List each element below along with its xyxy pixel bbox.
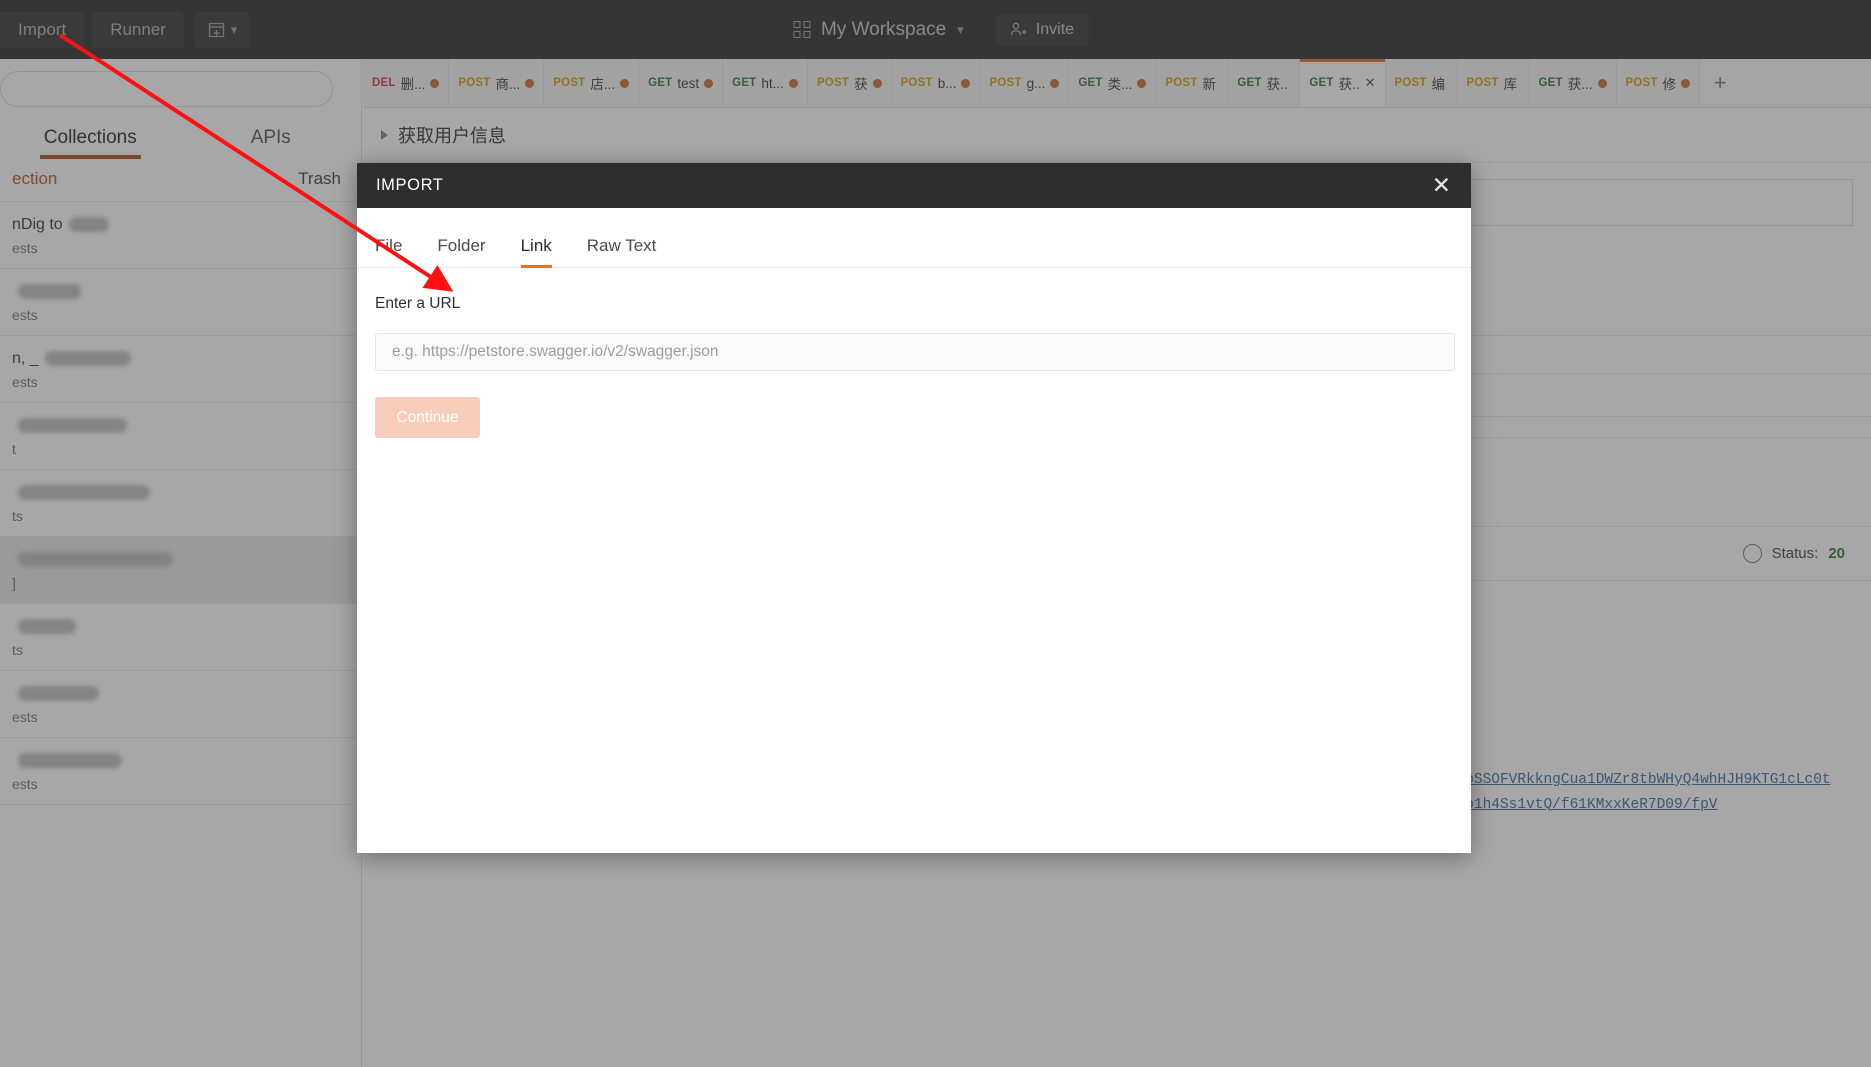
tab-folder[interactable]: Folder	[437, 236, 485, 267]
modal-body: Enter a URL Continue	[357, 268, 1471, 438]
tab-link[interactable]: Link	[520, 236, 552, 268]
app-root: Import Runner ▾ My Workspace ▾ Invite Co…	[0, 0, 1871, 1067]
continue-button[interactable]: Continue	[375, 397, 480, 438]
tab-folder-label: Folder	[437, 236, 486, 255]
import-url-input[interactable]	[375, 333, 1455, 371]
tab-link-label: Link	[520, 236, 552, 255]
modal-title: IMPORT	[376, 176, 444, 194]
modal-tabs: File Folder Link Raw Text	[357, 208, 1471, 268]
import-modal: IMPORT ✕ File Folder Link Raw Text Enter…	[357, 163, 1471, 853]
tab-file[interactable]: File	[375, 236, 402, 267]
tab-raw-text[interactable]: Raw Text	[587, 236, 657, 267]
tab-raw-text-label: Raw Text	[586, 236, 657, 255]
tab-file-label: File	[375, 236, 403, 255]
url-field-label: Enter a URL	[375, 295, 461, 312]
close-icon[interactable]: ✕	[1432, 174, 1451, 197]
modal-header: IMPORT ✕	[357, 163, 1471, 208]
